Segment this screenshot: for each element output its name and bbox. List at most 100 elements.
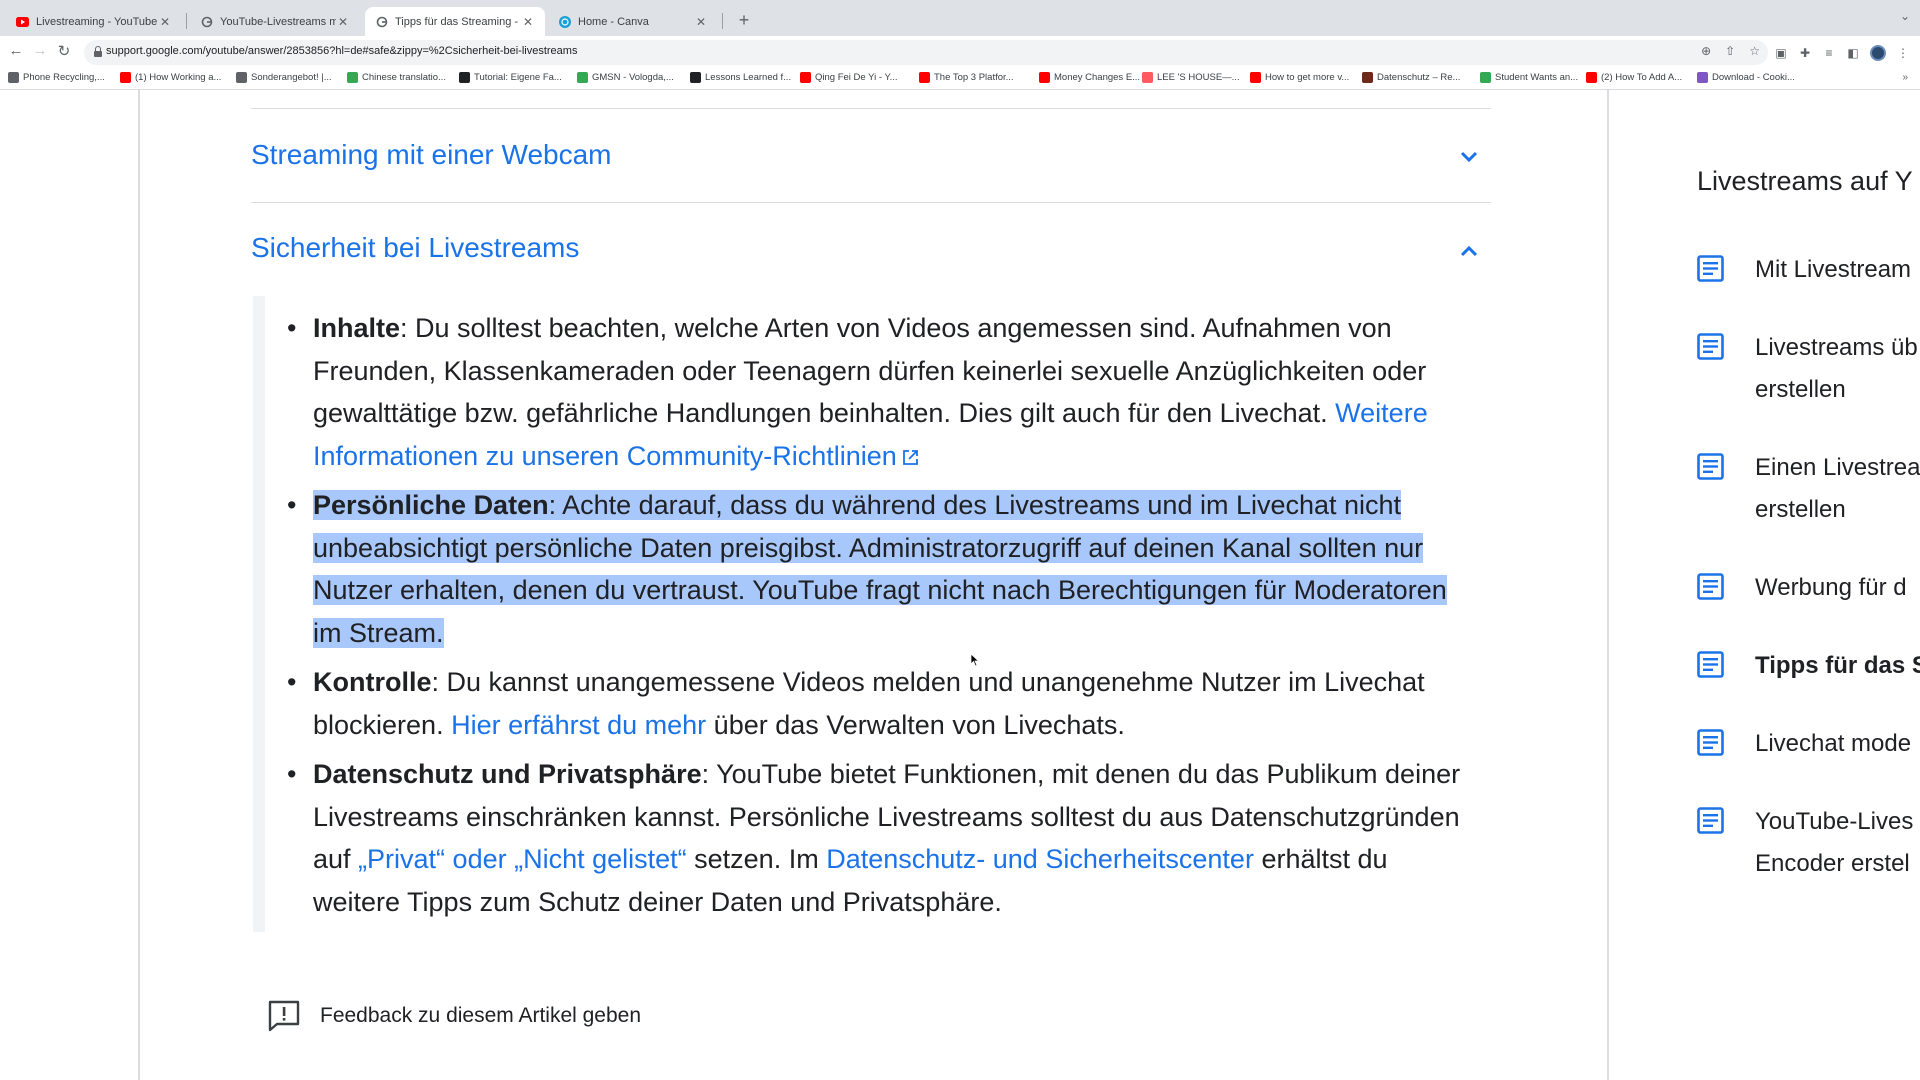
bookmark-item[interactable]: Money Changes E... xyxy=(1039,72,1140,83)
lock-icon[interactable] xyxy=(94,46,102,57)
sidebar-article-title: YouTube-Lives Encoder erstel xyxy=(1755,808,1914,877)
more-bookmarks-icon[interactable]: » xyxy=(1902,72,1908,83)
bookmark-item[interactable]: Student Wants an... xyxy=(1480,72,1578,83)
bookmark-item[interactable]: GMSN - Vologda,... xyxy=(577,72,674,83)
youtube-icon xyxy=(919,72,930,83)
bookmark-item[interactable]: Download - Cooki... xyxy=(1697,72,1795,83)
bookmark-item[interactable]: Sonderangebot! |... xyxy=(236,72,332,83)
back-button[interactable]: ← xyxy=(6,42,26,59)
sidebar-article-link[interactable]: Einen Livestrea erstellen xyxy=(1697,447,1920,531)
sidebar-article-title: Werbung für d xyxy=(1755,574,1907,601)
menu-kebab-icon[interactable]: ⋮ xyxy=(1896,46,1910,60)
browser-toolbar: ← → ↻ support.google.com/youtube/answer/… xyxy=(0,36,1920,69)
feedback-icon xyxy=(268,1000,300,1032)
reload-button[interactable]: ↻ xyxy=(54,42,74,60)
page-content: Streaming mit einer Webcam Sicherheit be… xyxy=(0,90,1920,1080)
google-icon xyxy=(375,15,388,28)
close-tab-icon[interactable]: ✕ xyxy=(694,15,708,29)
item-text: : Du solltest beachten, welche Arten von… xyxy=(313,313,1427,428)
bookmark-item[interactable]: Chinese translatio... xyxy=(347,72,446,83)
privacy-center-link[interactable]: Datenschutz- und Sicherheitscenter xyxy=(826,844,1254,874)
browser-tab[interactable]: YouTube-Livestreams mit einem... ✕ xyxy=(190,7,360,36)
article-doc-icon xyxy=(1697,729,1724,756)
sidebar-article-title: Einen Livestrea erstellen xyxy=(1755,454,1920,523)
private-unlisted-link[interactable]: „Privat“ oder „Nicht gelistet“ xyxy=(358,844,687,874)
gmsn-icon xyxy=(577,72,588,83)
url-text[interactable]: support.google.com/youtube/answer/285385… xyxy=(106,45,577,57)
accordion-safety-title[interactable]: Sicherheit bei Livestreams xyxy=(251,232,579,264)
article-doc-icon xyxy=(1697,651,1724,678)
accordion-webcam-title[interactable]: Streaming mit einer Webcam xyxy=(251,139,612,171)
item-label: Persönliche Daten xyxy=(313,490,549,520)
list-item: Persönliche Daten: Achte darauf, dass du… xyxy=(287,484,1467,654)
bookmark-label: LEE 'S HOUSE—... xyxy=(1157,72,1240,83)
media-playlist-icon[interactable]: ≡ xyxy=(1822,46,1836,60)
address-bar[interactable]: support.google.com/youtube/answer/285385… xyxy=(84,40,1768,65)
bookmark-item[interactable]: How to get more v... xyxy=(1250,72,1349,83)
quote-bar xyxy=(253,296,265,932)
youtube-icon xyxy=(1039,72,1050,83)
sidebar-article-title: Tipps für das S xyxy=(1755,652,1920,679)
browser-tab[interactable]: Home - Canva ✕ xyxy=(548,7,718,36)
browser-tab-active[interactable]: Tipps für das Streaming - YouTube ✕ xyxy=(365,7,545,36)
bookmark-item[interactable]: Datenschutz – Re... xyxy=(1362,72,1460,83)
sidebar-article-link[interactable]: YouTube-Lives Encoder erstel xyxy=(1697,801,1920,885)
bookmark-label: GMSN - Vologda,... xyxy=(592,72,674,83)
close-tab-icon[interactable]: ✕ xyxy=(158,15,172,29)
learn-more-link[interactable]: Hier erfährst du mehr xyxy=(451,710,706,740)
content-right-border xyxy=(1607,90,1609,1080)
profile-avatar[interactable] xyxy=(1870,45,1886,61)
mouse-cursor-icon xyxy=(970,653,980,667)
bookmark-item[interactable]: Lessons Learned f... xyxy=(690,72,791,83)
zoom-icon[interactable]: ⊕ xyxy=(1701,44,1711,58)
sidebar-article-link[interactable]: Mit Livestream xyxy=(1697,249,1920,291)
sidebar-article-link[interactable]: Livechat mode xyxy=(1697,723,1920,765)
google-icon xyxy=(200,15,213,28)
item-label: Inhalte xyxy=(313,313,401,343)
puzzle-icon[interactable]: ✚ xyxy=(1798,46,1812,60)
youtube-icon xyxy=(1250,72,1261,83)
side-panel-icon[interactable]: ◧ xyxy=(1846,46,1860,60)
extension-icon[interactable]: ▣ xyxy=(1774,46,1788,60)
browser-tab[interactable]: Livestreaming - YouTube Studio ✕ xyxy=(6,7,182,36)
youtube-icon xyxy=(120,72,131,83)
close-tab-icon[interactable]: ✕ xyxy=(336,15,350,29)
bookmark-star-icon[interactable]: ☆ xyxy=(1749,44,1760,58)
bookmark-item[interactable]: Tutorial: Eigene Fa... xyxy=(459,72,562,83)
bookmark-item[interactable]: The Top 3 Platfor... xyxy=(919,72,1014,83)
bookmark-item[interactable]: Qing Fei De Yi - Y... xyxy=(800,72,898,83)
bookmark-label: Qing Fei De Yi - Y... xyxy=(815,72,898,83)
chevron-up-icon[interactable] xyxy=(1455,237,1483,265)
item-text: setzen. Im xyxy=(686,844,827,874)
list-item: Datenschutz und Privatsphäre: YouTube bi… xyxy=(287,753,1467,923)
chevron-down-icon[interactable] xyxy=(1455,143,1483,171)
hash-icon xyxy=(459,72,470,83)
bookmark-item[interactable]: Phone Recycling,... xyxy=(8,72,105,83)
share-icon[interactable]: ⇧ xyxy=(1725,44,1735,58)
new-tab-button[interactable]: + xyxy=(732,8,756,32)
cookie-icon xyxy=(1697,72,1708,83)
bookmark-item[interactable]: (1) How Working a... xyxy=(120,72,221,83)
bookmark-label: (2) How To Add A... xyxy=(1601,72,1683,83)
forward-button[interactable]: → xyxy=(30,42,50,59)
item-label: Datenschutz und Privatsphäre xyxy=(313,759,702,789)
article-doc-icon xyxy=(1697,333,1724,360)
bookmark-label: Money Changes E... xyxy=(1054,72,1141,83)
airbnb-icon xyxy=(1142,72,1153,83)
close-tab-icon[interactable]: ✕ xyxy=(521,15,535,29)
content-left-border xyxy=(138,90,140,1080)
divider xyxy=(251,108,1491,109)
bookmark-item[interactable]: (2) How To Add A... xyxy=(1586,72,1682,83)
youtube-icon xyxy=(1586,72,1597,83)
bookmark-label: Tutorial: Eigene Fa... xyxy=(474,72,562,83)
sidebar-article-link[interactable]: Werbung für d xyxy=(1697,567,1920,609)
divider xyxy=(251,202,1491,203)
sidebar-article-link[interactable]: Tipps für das S xyxy=(1697,645,1920,687)
sidebar-article-title: Livechat mode xyxy=(1755,730,1912,757)
blog-icon xyxy=(690,72,701,83)
feedback-button[interactable]: Feedback zu diesem Artikel geben xyxy=(266,998,641,1034)
sidebar-article-link[interactable]: Livestreams üb erstellen xyxy=(1697,327,1920,411)
feedback-label: Feedback zu diesem Artikel geben xyxy=(320,1004,642,1027)
bookmark-item[interactable]: LEE 'S HOUSE—... xyxy=(1142,72,1240,83)
tab-search-chevron-icon[interactable]: ⌄ xyxy=(1900,9,1910,23)
